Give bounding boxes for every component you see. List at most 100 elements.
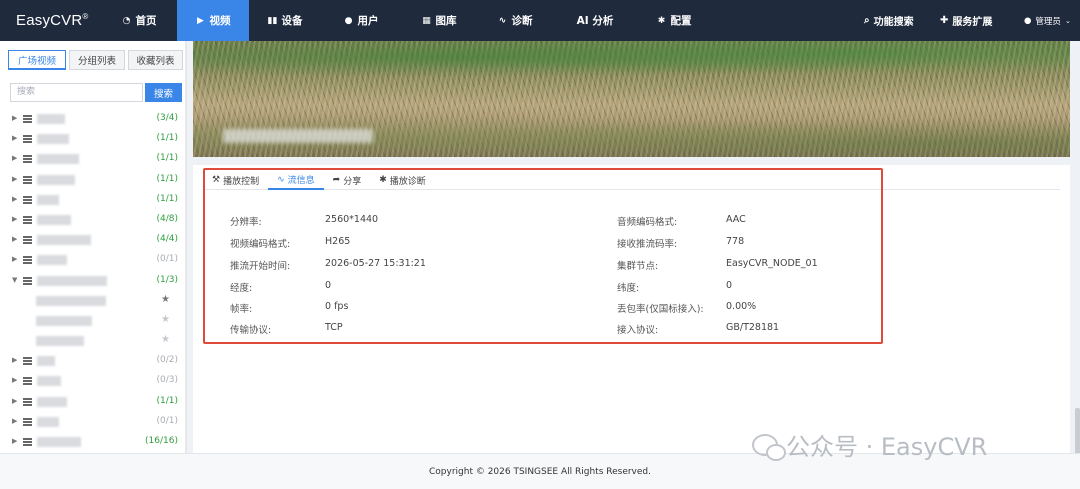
chevron-down-icon: ⌄ [1064,16,1071,25]
caret-right-icon[interactable]: ▶ [12,134,17,142]
caret-down-icon[interactable]: ▼ [12,276,17,284]
caret-right-icon[interactable]: ▶ [12,356,17,364]
user-menu[interactable]: ● 管理员 ⌄ [1024,0,1071,41]
top-nav: EasyCVR® ◔ 首页 ▶ 视频 ▮▮ 设备 ● 用户 ▦ 图库 ∿ 诊断 AI 分析 ✱ 配置 ⌕ 功… [0,0,1080,41]
caret-right-icon[interactable]: ▶ [12,195,17,203]
server-icon [23,115,32,123]
info-value: 0 [325,280,332,291]
online-count: (4/8) [156,213,178,224]
feature-search-button[interactable]: ⌕ 功能搜索 [864,0,914,41]
gallery-icon: ▦ [422,15,431,26]
online-count: (0/2) [156,355,178,366]
nav-label: 设备 [281,15,303,27]
nav-item-4[interactable]: ▦ 图库 [401,0,477,41]
server-icon [23,215,32,224]
tree-node[interactable]: ▶ (0/3) [0,371,187,391]
star-icon[interactable]: ★ [161,294,170,305]
tree-node-label-blurred [37,376,61,387]
sidebar-scrollbar[interactable] [185,41,187,453]
channel-label-blurred [36,336,84,347]
device-tree: ▶ (3/4) ▶ (1/1) ▶ (1/1) ▶ (1/1) ▶ (1/1) ▶ (4/8) ▶ (4/… [0,109,187,452]
tree-channel[interactable]: ★ [0,331,187,351]
caret-right-icon[interactable]: ▶ [12,235,17,243]
caret-right-icon[interactable]: ▶ [12,376,17,384]
brand-logo[interactable]: EasyCVR® [0,12,101,29]
nav-label: 配置 [670,15,692,27]
nav-item-3[interactable]: ● 用户 [321,0,401,41]
caret-right-icon[interactable]: ▶ [12,397,17,405]
nav-item-7[interactable]: ✱ 配置 [637,0,711,41]
video-player[interactable] [193,41,1070,157]
caret-right-icon[interactable]: ▶ [12,215,17,223]
device-icon: ▮▮ [267,15,278,26]
online-count: (0/1) [156,254,178,265]
search-icon: ⌕ [864,15,870,26]
nav-item-5[interactable]: ∿ 诊断 [477,0,553,41]
tree-node[interactable]: ▶ (1/1) [0,170,187,190]
star-icon[interactable]: ★ [161,334,170,345]
tree-node[interactable]: ▶ (1/1) [0,129,187,149]
server-icon [23,377,32,386]
tree-node-label-blurred [37,275,107,286]
highlight-box [203,168,883,344]
tree-node-label-blurred [37,416,59,427]
tree-node-label-blurred [37,114,65,124]
user-icon: ● [1024,15,1032,26]
server-icon [23,195,32,204]
tab-square-video[interactable]: 广场视频 [8,50,66,70]
dashboard-icon: ◔ [122,15,131,26]
info-value: EasyCVR_NODE_01 [726,258,818,269]
service-extend-button[interactable]: ✚ 服务扩展 [940,0,992,41]
server-icon [23,397,32,406]
copyright: Copyright © 2026 TSINGSEE All Rights Res… [429,467,651,477]
info-label: 集群节点: [617,261,659,272]
tree-node[interactable]: ▶ (0/2) [0,351,187,371]
nav-item-0[interactable]: ◔ 首页 [101,0,177,41]
info-value: GB/T28181 [726,322,780,333]
info-value: AAC [726,214,746,225]
info-value: 0 fps [325,301,349,312]
server-icon [23,236,32,245]
online-count: (1/1) [156,173,178,184]
search-input[interactable]: 搜索 [10,83,143,102]
tree-node[interactable]: ▶ (3/4) [0,109,187,129]
tree-node-label-blurred [37,255,67,266]
nav-item-6[interactable]: AI 分析 [553,0,637,41]
caret-right-icon[interactable]: ▶ [12,175,17,183]
info-value: 2026-05-27 15:31:21 [325,258,426,269]
tree-node-label-blurred [37,235,91,246]
online-count: (4/4) [156,234,178,245]
tree-node-label-blurred [37,396,67,407]
caret-right-icon[interactable]: ▶ [12,417,17,425]
tree-node-label-blurred [37,356,55,367]
tree-channel[interactable]: ★ [0,291,187,311]
tree-node[interactable]: ▶ (0/1) [0,412,187,432]
watermark: 公众号 · EasyCVR [752,427,987,462]
caret-right-icon[interactable]: ▶ [12,154,17,162]
tab-favorites[interactable]: 收藏列表 [128,50,183,70]
server-icon [23,438,32,446]
caret-right-icon[interactable]: ▶ [12,437,17,445]
info-label: 经度: [230,283,253,294]
tree-node[interactable]: ▶ (1/1) [0,149,187,169]
caret-right-icon[interactable]: ▶ [12,255,17,263]
tree-node[interactable]: ▶ (4/8) [0,210,187,230]
star-icon[interactable]: ★ [161,314,170,325]
tree-node[interactable]: ▼ (1/3) [0,271,187,291]
tree-channel[interactable]: ★ [0,311,187,331]
nav-item-1[interactable]: ▶ 视频 [177,0,249,41]
puzzle-icon: ✚ [940,15,949,26]
info-value: 0.00% [726,301,757,312]
tree-node[interactable]: ▶ (4/4) [0,230,187,250]
search-button[interactable]: 搜索 [145,83,182,102]
tree-node[interactable]: ▶ (1/1) [0,190,187,210]
tree-node[interactable]: ▶ (1/1) [0,392,187,412]
nav-item-2[interactable]: ▮▮ 设备 [249,0,321,41]
tree-node[interactable]: ▶ (16/16) [0,432,187,452]
tab-group-list[interactable]: 分组列表 [69,50,125,70]
tree-node[interactable]: ▶ (0/1) [0,250,187,270]
play-circle-icon: ▶ [197,15,204,26]
sidebar: 广场视频 分组列表 收藏列表 搜索 搜索 ▶ (3/4) ▶ (1/1) ▶ (1/1) ▶… [0,41,187,453]
caret-right-icon[interactable]: ▶ [12,114,17,122]
info-value: 2560*1440 [325,214,379,225]
